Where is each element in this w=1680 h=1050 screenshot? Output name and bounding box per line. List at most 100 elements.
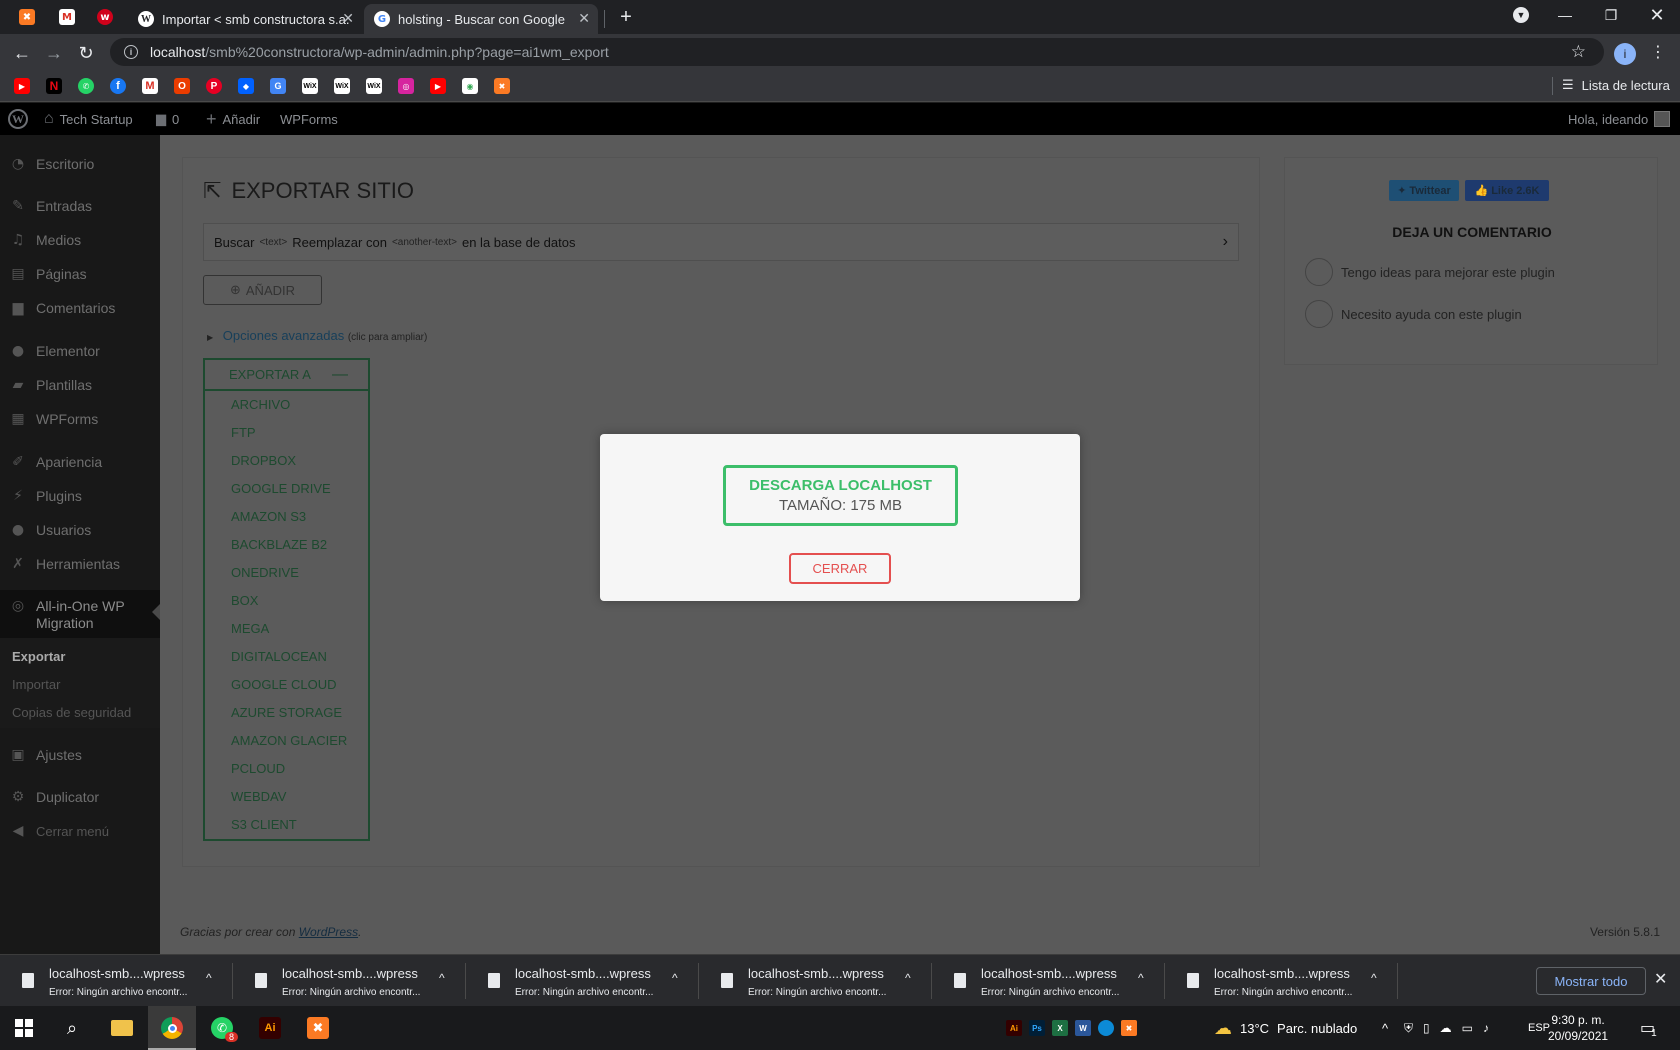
xampp-icon[interactable]: ✖ [302,1012,334,1044]
submenu-importar[interactable]: Importar [12,677,60,692]
cloud-icon[interactable]: ◉ [462,78,478,94]
instagram-icon[interactable]: ◎ [398,78,414,94]
submenu-copias[interactable]: Copias de seguridad [12,705,131,720]
download-item[interactable]: localhost-smb....wpress Error: Ningún ar… [699,955,932,1007]
feedback-option-ideas[interactable]: Tengo ideas para mejorar este plugin [1305,258,1555,286]
export-option[interactable]: FTP [231,425,256,440]
chevron-up-icon[interactable]: ^ [1138,971,1144,985]
export-option[interactable]: ARCHIVO [231,397,290,412]
sidebar-item-usuarios[interactable]: ● Usuarios [0,514,160,546]
browser-menu-icon[interactable]: ⋮ [1650,42,1666,62]
sidebar-item-plugins[interactable]: ⚡ Plugins [0,480,160,512]
new-tab-button[interactable]: + [604,2,648,32]
pinterest-icon[interactable]: P [206,78,222,94]
export-option[interactable]: DROPBOX [231,453,296,468]
gmail-icon[interactable]: M [142,78,158,94]
chevron-right-icon[interactable]: › [1223,233,1228,251]
chevron-up-icon[interactable]: ^ [672,971,678,985]
feedback-option-help[interactable]: Necesito ayuda con este plugin [1305,300,1522,328]
tab-importar[interactable]: W Importar < smb constructora s.a. ✕ [128,4,362,34]
translate-icon[interactable]: G [270,78,286,94]
facebook-icon[interactable]: f [110,78,126,94]
clock[interactable]: 9:30 p. m. 20/09/2021 [1548,1012,1608,1044]
submenu-exportar[interactable]: Exportar [12,649,65,664]
chevron-up-icon[interactable]: ^ [206,971,212,985]
youtube-icon[interactable]: ▶ [14,78,30,94]
sidebar-item-entradas[interactable]: ✎ Entradas [0,190,160,222]
tray-overflow-icon[interactable]: ^ [1382,1006,1388,1050]
sidebar-item-paginas[interactable]: ▤ Páginas [0,258,160,290]
xampp-tray-icon[interactable]: ✖ [1121,1020,1137,1036]
wpforms-link[interactable]: WPForms [280,103,338,135]
sidebar-item-duplicator[interactable]: ⚙ Duplicator [0,781,160,813]
chevron-up-icon[interactable]: ^ [1371,971,1377,985]
radio-button[interactable] [1305,300,1333,328]
whatsapp-icon[interactable]: ✆ 8 [206,1012,238,1044]
pinned-tab-gmail[interactable]: M [50,4,84,30]
reload-icon[interactable]: ↻ [74,41,98,65]
add-button[interactable]: ⊕ AÑADIR [203,275,322,305]
system-tray-icons[interactable]: ⛨ ▯ ☁ ▭ ♪ [1404,1006,1489,1050]
account-menu[interactable]: Hola, ideando [1568,103,1671,135]
windows-start-icon[interactable] [8,1012,40,1044]
export-option[interactable]: DIGITALOCEAN [231,649,327,664]
site-info-icon[interactable]: i [124,45,138,59]
word-tray-icon[interactable]: W [1075,1020,1091,1036]
edge-tray-icon[interactable] [1098,1020,1114,1036]
export-option[interactable]: GOOGLE DRIVE [231,481,331,496]
restore-icon[interactable]: ❐ [1588,0,1634,30]
download-item[interactable]: localhost-smb....wpress Error: Ningún ar… [466,955,699,1007]
download-button[interactable]: DESCARGA LOCALHOST TAMAÑO: 175 MB [723,465,958,526]
sidebar-item-cerrar-menu[interactable]: ◀ Cerrar menú [0,815,160,847]
netflix-icon[interactable]: N [46,78,62,94]
export-option[interactable]: WEBDAV [231,789,286,804]
bookmark-star-icon[interactable]: ☆ [1571,42,1586,62]
close-tab-icon[interactable]: ✕ [342,10,354,27]
export-option[interactable]: AMAZON S3 [231,509,306,524]
xampp-icon[interactable]: ✖ [494,78,510,94]
illustrator-icon[interactable]: Ai [254,1012,286,1044]
find-replace-row[interactable]: Buscar <text> Reemplazar con <another-te… [203,223,1239,261]
like-button[interactable]: 👍 Like 2.6K [1465,180,1549,201]
wix-icon[interactable]: WiX [302,78,318,94]
dropbox-icon[interactable]: ◆ [238,78,254,94]
close-button[interactable]: CERRAR [789,553,891,584]
tab-search-icon[interactable]: ▼ [1498,0,1544,30]
address-bar[interactable]: i localhost/smb%20constructora/wp-admin/… [110,38,1604,66]
sidebar-item-plantillas[interactable]: ▰ Plantillas [0,369,160,401]
export-option[interactable]: PCLOUD [231,761,285,776]
notifications-icon[interactable]: ▭ 1 [1640,1006,1657,1050]
excel-tray-icon[interactable]: X [1052,1020,1068,1036]
office-icon[interactable]: O [174,78,190,94]
export-option[interactable]: AMAZON GLACIER [231,733,347,748]
wix-icon[interactable]: WiX [366,78,382,94]
sidebar-item-medios[interactable]: ♫ Medios [0,224,160,256]
pinned-tab-xampp[interactable]: ✖ [10,4,44,30]
tab-holsting[interactable]: G holsting - Buscar con Google ✕ [364,4,598,34]
photoshop-tray-icon[interactable]: Ps [1029,1020,1045,1036]
show-all-button[interactable]: Mostrar todo [1536,967,1646,995]
export-option[interactable]: BOX [231,593,258,608]
back-icon[interactable]: ← [10,41,34,65]
youtube-icon[interactable]: ▶ [430,78,446,94]
profile-avatar[interactable]: i [1614,43,1636,65]
sidebar-item-all-in-one-wp-migration[interactable]: ◎ All-in-One WP Migration [0,590,160,638]
export-option[interactable]: ONEDRIVE [231,565,299,580]
wp-logo-button[interactable]: W [8,103,28,135]
sidebar-item-comentarios[interactable]: ▆ Comentarios [0,292,160,324]
pinned-tab-webnode[interactable]: w [88,4,122,30]
close-tab-icon[interactable]: ✕ [578,10,590,27]
file-explorer-icon[interactable] [106,1012,138,1044]
language-indicator[interactable]: ESP [1528,1006,1550,1050]
chevron-up-icon[interactable]: ^ [905,971,911,985]
minimize-icon[interactable]: — [1542,0,1588,30]
download-item[interactable]: localhost-smb....wpress Error: Ningún ar… [0,955,233,1007]
wordpress-link[interactable]: WordPress [299,925,358,939]
sidebar-item-ajustes[interactable]: ▣ Ajustes [0,739,160,771]
search-icon[interactable]: ⌕ [56,1012,88,1044]
radio-button[interactable] [1305,258,1333,286]
advanced-options-toggle[interactable]: ▶ Opciones avanzadas (clic para ampliar) [207,328,427,343]
sidebar-item-elementor[interactable]: ● Elementor [0,335,160,367]
add-new-link[interactable]: + Añadir [206,103,260,135]
chrome-icon[interactable] [156,1012,188,1044]
